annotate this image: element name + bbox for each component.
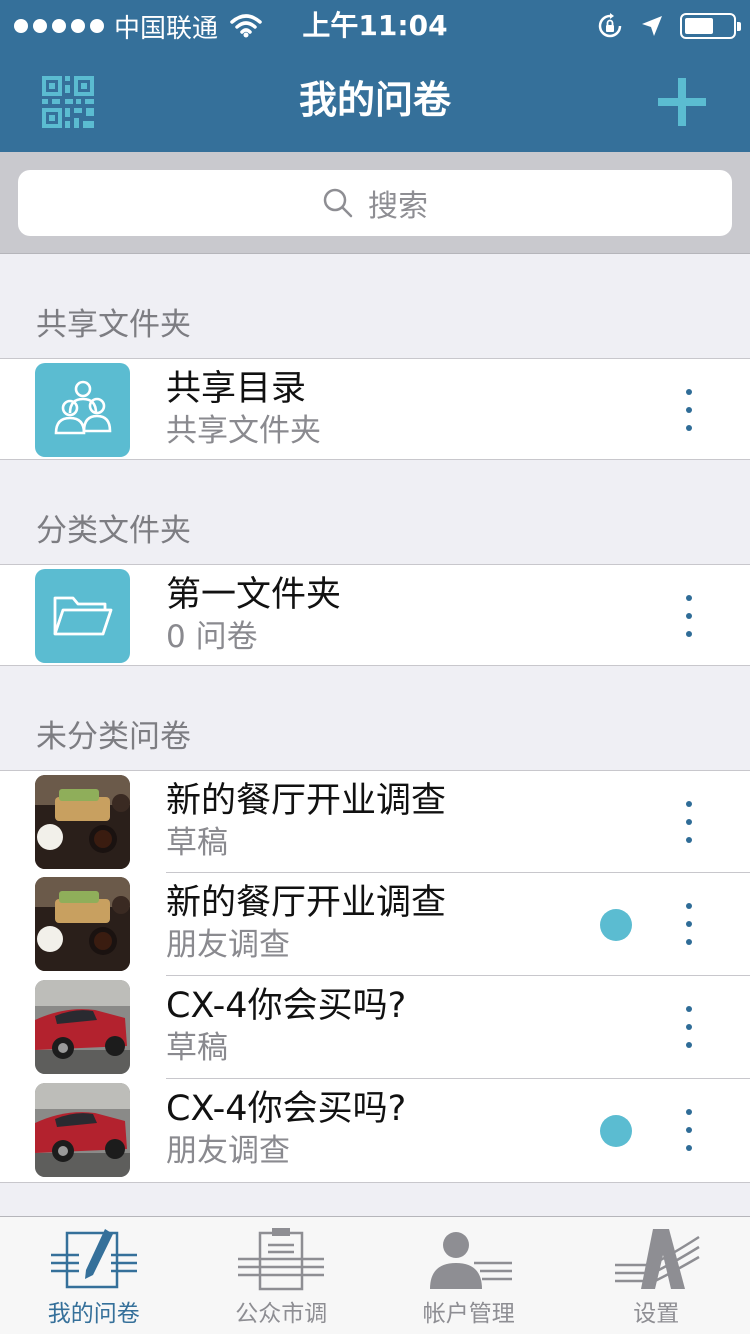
location-icon [642,16,662,36]
plus-icon[interactable] [656,76,708,128]
list-item-shared-folder[interactable]: 共享目录 共享文件夹 [0,358,750,460]
list-item-text: 第一文件夹 0 问卷 [166,573,341,657]
rotation-lock-icon [598,13,622,38]
more-options-icon[interactable] [678,1109,700,1151]
survey-thumbnail-food [35,775,130,869]
survey-row-text: CX-4你会买吗? 朋友调查 [166,1087,406,1171]
section-header-shared: 共享文件夹 [36,307,191,343]
list-item-title: 第一文件夹 [166,575,342,615]
tab-label: 公众市调 [235,1301,328,1327]
survey-thumbnail-car [35,980,130,1074]
page-title: 我的问卷 [298,78,451,122]
survey-status: 朋友调查 [166,927,290,963]
survey-thumbnail-food [35,877,130,971]
list-item-text: 共享目录 共享文件夹 [166,367,321,451]
tab-account[interactable]: 帐户管理 [375,1217,563,1334]
status-bar: 中国联通 上午11:04 [0,0,750,50]
list-item-subtitle: 共享文件夹 [166,413,321,449]
section-header-uncategorized: 未分类问卷 [36,719,191,755]
more-options-icon[interactable] [678,595,700,637]
survey-row[interactable]: CX-4你会买吗? 草稿 [0,976,750,1079]
status-right [596,8,741,44]
folder-icon [35,569,130,663]
tab-label: 设置 [633,1301,680,1327]
survey-title: 新的餐厅开业调查 [166,781,447,821]
more-options-icon[interactable] [678,903,700,945]
account-icon [429,1232,512,1289]
more-options-icon[interactable] [678,389,700,431]
search-input[interactable]: 搜索 [18,170,732,236]
clipboard-icon [238,1228,325,1291]
search-icon [323,188,353,218]
tab-my-surveys[interactable]: 我的问卷 [0,1217,188,1334]
survey-edit-icon [50,1229,137,1289]
survey-title: 新的餐厅开业调查 [166,883,447,923]
tab-bar: 我的问卷 公众市调 帐户管理 设置 [0,1216,750,1334]
tab-public-survey[interactable]: 公众市调 [188,1217,376,1334]
tab-label: 我的问卷 [47,1301,140,1327]
survey-status: 草稿 [166,825,228,861]
tab-settings[interactable]: 设置 [563,1217,750,1334]
survey-status: 朋友调查 [166,1133,290,1169]
survey-row[interactable]: CX-4你会买吗? 朋友调查 [0,1079,750,1183]
more-options-icon[interactable] [678,801,700,843]
survey-title: CX-4你会买吗? [166,1089,407,1129]
settings-logo-icon [615,1229,700,1289]
search-placeholder: 搜索 [368,189,428,224]
section-header-category: 分类文件夹 [36,513,191,549]
tab-label: 帐户管理 [422,1301,515,1327]
survey-row-text: 新的餐厅开业调查 草稿 [166,779,446,863]
survey-row[interactable]: 新的餐厅开业调查 朋友调查 [0,873,750,976]
list-item-title: 共享目录 [166,369,307,409]
list-item-subtitle: 0 问卷 [166,619,258,655]
status-dot-icon [600,909,632,941]
battery-icon [680,13,741,39]
nav-bar: 我的问卷 [0,50,750,152]
users-icon [35,363,130,457]
survey-status: 草稿 [166,1030,228,1066]
survey-row[interactable]: 新的餐厅开业调查 草稿 [0,770,750,873]
status-dot-icon [600,1115,632,1147]
list-item-category-folder[interactable]: 第一文件夹 0 问卷 [0,564,750,666]
search-area: 搜索 [0,152,750,254]
survey-row-text: CX-4你会买吗? 草稿 [166,984,406,1068]
survey-thumbnail-car [35,1083,130,1177]
survey-row-text: 新的餐厅开业调查 朋友调查 [166,881,446,965]
more-options-icon[interactable] [678,1006,700,1048]
survey-title: CX-4你会买吗? [166,986,407,1026]
